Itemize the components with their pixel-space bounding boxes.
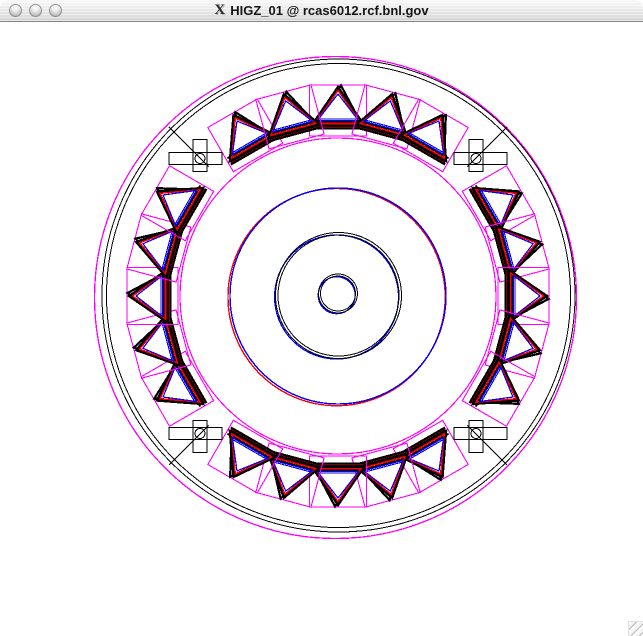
support-spoke — [169, 425, 209, 465]
support-v-rect — [193, 140, 207, 172]
detector-module — [462, 351, 535, 426]
support-spoke — [467, 127, 507, 167]
resize-grip[interactable] — [628, 621, 643, 636]
detector-module — [208, 420, 283, 493]
detector-module — [352, 443, 420, 507]
support-structure — [454, 421, 507, 465]
window-title-text: HIGZ_01 @ rcas6012.rcf.bnl.gov — [230, 3, 428, 18]
beam-pipe-circle — [319, 274, 358, 313]
support-structure — [169, 127, 222, 171]
higz-canvas — [0, 22, 643, 636]
support-v-rect — [193, 421, 207, 453]
titlebar[interactable]: X HIGZ_01 @ rcas6012.rcf.bnl.gov — [0, 0, 643, 22]
detector-module — [256, 85, 324, 149]
beam-pipe-circle — [321, 276, 356, 311]
window-title: X HIGZ_01 @ rcas6012.rcf.bnl.gov — [0, 0, 643, 21]
support-spoke — [169, 127, 209, 167]
support-structure — [169, 421, 222, 465]
x11-window: X HIGZ_01 @ rcas6012.rcf.bnl.gov — [0, 0, 643, 636]
detector-module — [485, 214, 549, 282]
higz-canvas-area[interactable] — [0, 22, 643, 636]
x11-icon: X — [214, 3, 225, 18]
support-v-rect — [469, 421, 483, 453]
detector-module — [393, 99, 468, 172]
inner-detector-circle — [275, 235, 399, 359]
beam-pipe-circle — [318, 277, 355, 314]
support-v-rect — [469, 140, 483, 172]
support-structure — [454, 127, 507, 171]
support-spoke — [467, 425, 507, 465]
detector-module — [127, 310, 191, 378]
detector-module — [141, 166, 214, 241]
